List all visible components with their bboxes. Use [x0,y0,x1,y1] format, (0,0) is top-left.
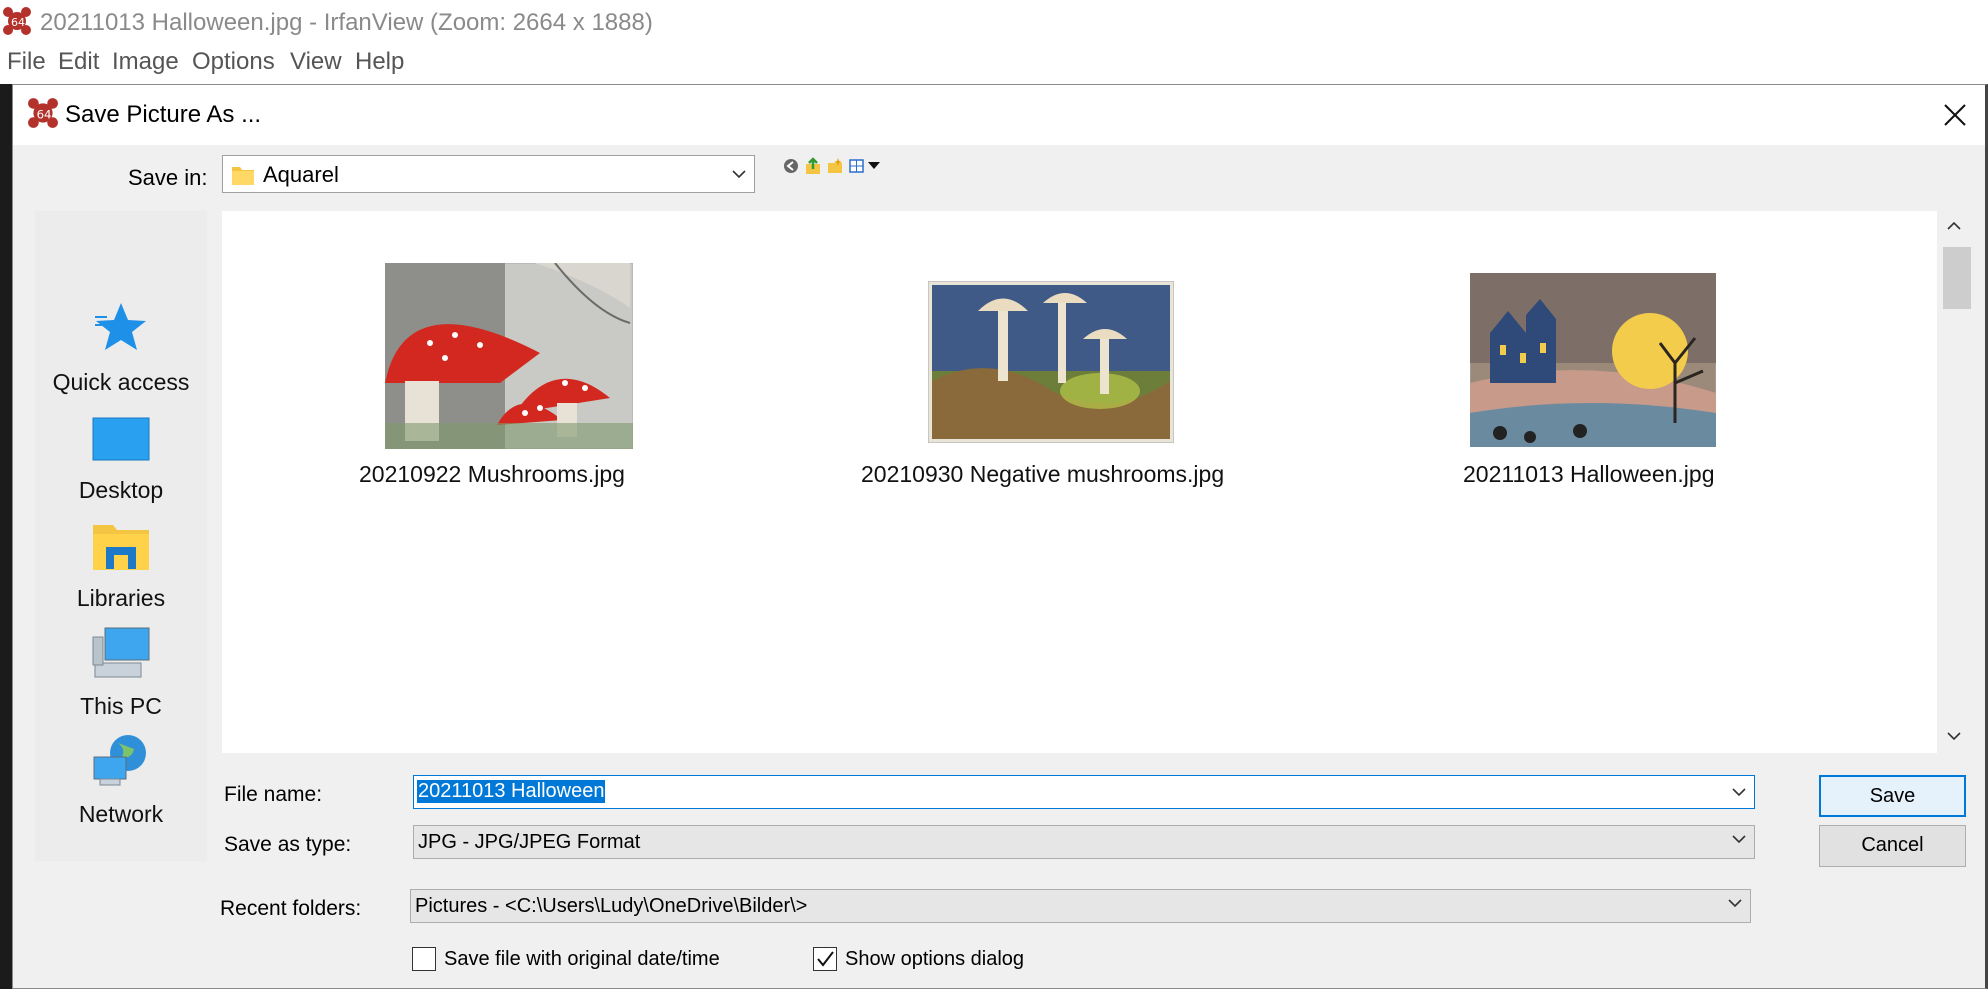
file-item[interactable] [384,262,634,454]
vertical-scrollbar[interactable] [1937,211,1971,753]
place-label: This PC [80,693,162,719]
file-name-label: 20210930 Negative mushrooms.jpg [861,461,1225,487]
place-quick-access[interactable]: Quick access [35,303,207,409]
checkmark-icon [817,951,834,967]
show-options-checkbox[interactable] [813,947,837,971]
svg-text:64: 64 [37,107,52,121]
save-as-type-label: Save as type: [224,833,352,856]
places-bar: Quick access Desktop Libraries This PC N… [35,211,207,861]
file-name-label: 20211013 Halloween.jpg [1463,461,1715,487]
network-icon [93,735,146,786]
irfanview-cat-icon: 64 [28,98,58,128]
quick-access-star-icon [95,303,146,350]
file-name-label: File name: [224,783,323,806]
scrollbar-thumb[interactable] [1943,247,1971,309]
file-item[interactable] [927,280,1175,448]
file-name-input[interactable]: 20211013 Halloween [413,775,1755,809]
save-in-dropdown[interactable]: Aquarel [222,155,755,193]
scroll-up-icon[interactable] [1946,221,1962,231]
irfanview-cat-icon: 64 [3,7,31,35]
app-titlebar: 64 20211013 Halloween.jpg - IrfanView (Z… [0,0,1988,46]
place-label: Quick access [52,369,190,395]
menu-edit[interactable]: Edit [58,48,99,76]
desktop-icon [92,417,150,461]
chevron-down-icon [1732,835,1746,844]
thumbnail-image [1469,272,1717,448]
place-network[interactable]: Network [35,735,207,841]
new-folder-icon[interactable] [826,157,844,175]
up-folder-icon[interactable] [804,157,822,175]
thumbnail-image [927,280,1175,444]
place-libraries[interactable]: Libraries [35,525,207,625]
save-in-value: Aquarel [263,162,339,187]
computer-icon [92,627,150,678]
save-as-type-dropdown[interactable]: JPG - JPG/JPEG Format [413,825,1755,859]
dialog-title: Save Picture As ... [65,101,262,128]
save-in-label: Save in: [128,165,208,190]
close-icon[interactable] [1937,97,1973,133]
recent-folders-dropdown[interactable]: Pictures - <C:\Users\Ludy\OneDrive\Bilde… [410,889,1751,923]
file-item[interactable] [1469,272,1717,452]
dialog-titlebar: 64 Save Picture As ... [13,85,1985,145]
menu-options[interactable]: Options [192,48,275,76]
show-options-label: Show options dialog [845,948,1025,970]
save-button[interactable]: Save [1819,775,1966,817]
svg-text:64: 64 [11,16,25,29]
file-list-view[interactable]: 20210922 Mushrooms.jpg 20210930 Negative… [222,211,1938,753]
view-menu-icon[interactable] [848,157,884,175]
place-label: Libraries [76,585,166,611]
file-name-value: 20211013 Halloween [417,780,606,803]
place-this-pc[interactable]: This PC [35,627,207,733]
place-label: Desktop [78,477,164,503]
thumbnail-image [384,262,634,450]
original-date-label: Save file with original date/time [444,948,720,970]
back-icon[interactable] [782,157,800,175]
libraries-icon [93,525,149,570]
place-desktop[interactable]: Desktop [35,417,207,517]
window-title: 20211013 Halloween.jpg - IrfanView (Zoom… [40,9,653,36]
scroll-down-icon[interactable] [1946,731,1962,741]
save-picture-dialog: 64 Save Picture As ... Save in: Aquarel [12,84,1988,989]
recent-folders-value: Pictures - <C:\Users\Ludy\OneDrive\Bilde… [415,895,808,917]
chevron-down-icon[interactable] [1732,788,1746,797]
file-name-label: 20210922 Mushrooms.jpg [359,461,625,487]
menu-file[interactable]: File [7,48,46,76]
cancel-button[interactable]: Cancel [1819,825,1966,867]
place-label: Network [78,801,164,827]
save-as-type-value: JPG - JPG/JPEG Format [418,831,641,853]
menu-view[interactable]: View [290,48,342,76]
menu-image[interactable]: Image [112,48,179,76]
folder-icon [232,167,254,185]
original-date-checkbox[interactable] [412,947,436,971]
recent-folders-label: Recent folders: [220,897,362,920]
menu-help[interactable]: Help [355,48,404,76]
chevron-down-icon [732,170,746,179]
chevron-down-icon [1728,899,1742,908]
